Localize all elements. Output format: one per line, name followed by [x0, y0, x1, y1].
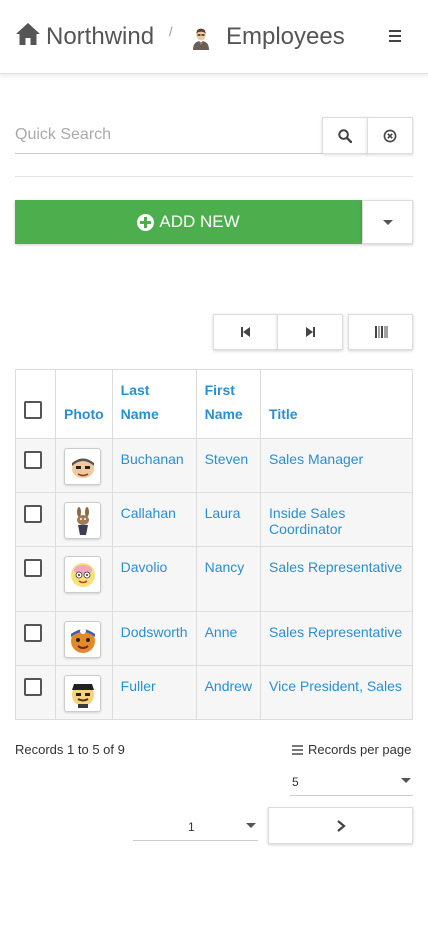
records-per-page-label-group: Records per page: [292, 742, 411, 757]
select-all-checkbox[interactable]: [24, 401, 42, 419]
header-photo[interactable]: Photo: [55, 369, 113, 439]
photo-cell: [55, 438, 113, 493]
employee-photo[interactable]: [64, 502, 101, 539]
first-name-cell[interactable]: Andrew: [195, 665, 262, 720]
caret-down-icon: [246, 823, 256, 828]
records-per-page-value: 5: [292, 775, 299, 789]
title-cell[interactable]: Vice President, Sales: [260, 665, 413, 720]
add-new-dropdown-button[interactable]: [362, 200, 413, 244]
photo-cell: [55, 546, 113, 612]
title-cell[interactable]: Sales Representative: [260, 611, 413, 666]
avatar-dodsworth-icon: [70, 627, 95, 653]
quick-search-input[interactable]: [15, 117, 323, 154]
employee-photo[interactable]: [64, 556, 101, 593]
row-select-cell: [15, 438, 56, 493]
plus-circle-icon: [137, 213, 155, 231]
table-header-row: Photo Last Name First Name Title: [15, 369, 413, 439]
add-new-label: ADD NEW: [159, 212, 240, 231]
avatar-callahan-icon: [76, 506, 89, 535]
first-page-button[interactable]: [213, 314, 278, 350]
row-select-cell: [15, 665, 56, 720]
first-name-cell[interactable]: Anne: [195, 611, 262, 666]
first-name-cell[interactable]: Nancy: [195, 546, 262, 612]
divider: [15, 176, 413, 177]
columns-button[interactable]: [348, 314, 413, 350]
table-row[interactable]: Dodsworth Anne Sales Representative: [15, 611, 413, 666]
row-checkbox[interactable]: [24, 505, 42, 523]
clear-search-button[interactable]: [367, 117, 413, 154]
header-last-name[interactable]: Last Name: [111, 369, 197, 439]
quick-search-bar: [15, 117, 413, 154]
search-icon: [338, 128, 352, 143]
last-name-cell[interactable]: Callahan: [111, 492, 197, 547]
photo-cell: [55, 611, 113, 666]
home-icon[interactable]: [15, 22, 41, 46]
brand-link[interactable]: Northwind: [46, 22, 154, 52]
table-row[interactable]: Davolio Nancy Sales Representative: [15, 546, 413, 612]
avatar-buchanan-icon: [71, 458, 94, 478]
title-cell[interactable]: Sales Manager: [260, 438, 413, 493]
last-name-cell[interactable]: Fuller: [111, 665, 197, 720]
first-page-icon: [240, 327, 250, 337]
app-header: Northwind / Employees: [0, 0, 428, 74]
employee-photo[interactable]: [64, 621, 101, 658]
row-checkbox[interactable]: [24, 678, 42, 696]
page-select[interactable]: 1: [133, 812, 258, 841]
last-name-cell[interactable]: Dodsworth: [111, 611, 197, 666]
columns-icon: [374, 326, 387, 338]
employee-photo[interactable]: [64, 448, 101, 485]
photo-cell: [55, 665, 113, 720]
caret-down-icon: [382, 219, 393, 225]
photo-cell: [55, 492, 113, 547]
select-all-header: [15, 369, 56, 439]
title-cell[interactable]: Inside Sales Coordinator: [260, 492, 413, 547]
breadcrumb-separator: /: [169, 24, 173, 39]
table-row[interactable]: Fuller Andrew Vice President, Sales: [15, 665, 413, 720]
employees-table: Photo Last Name First Name Title Buchana…: [15, 369, 413, 720]
row-checkbox[interactable]: [24, 624, 42, 642]
row-select-cell: [15, 492, 56, 547]
page-value: 1: [188, 820, 195, 834]
clear-icon: [383, 129, 397, 142]
list-icon: [292, 743, 303, 757]
last-name-cell[interactable]: Buchanan: [111, 438, 197, 493]
title-cell[interactable]: Sales Representative: [260, 546, 413, 612]
add-new-button[interactable]: ADD NEW: [15, 200, 362, 244]
chevron-right-icon: [336, 819, 346, 832]
records-per-page-select[interactable]: 5: [290, 768, 413, 796]
first-name-cell[interactable]: Steven: [195, 438, 262, 493]
header-title[interactable]: Title: [260, 369, 413, 439]
first-name-cell[interactable]: Laura: [195, 492, 262, 547]
next-page-button[interactable]: [268, 807, 413, 844]
page-title: Employees: [226, 23, 345, 50]
row-select-cell: [15, 611, 56, 666]
records-info: Records 1 to 5 of 9: [15, 742, 125, 757]
last-name-cell[interactable]: Davolio: [111, 546, 197, 612]
avatar-fuller-icon: [71, 683, 94, 708]
table-row[interactable]: Callahan Laura Inside Sales Coordinator: [15, 492, 413, 547]
employee-photo[interactable]: [64, 675, 101, 712]
row-checkbox[interactable]: [24, 559, 42, 577]
search-button[interactable]: [322, 117, 368, 154]
table-row[interactable]: Buchanan Steven Sales Manager: [15, 438, 413, 493]
header-first-name[interactable]: First Name: [195, 369, 262, 439]
avatar-davolio-icon: [70, 562, 95, 587]
records-per-page-label: Records per page: [308, 742, 412, 757]
last-page-icon: [306, 327, 315, 337]
hamburger-menu-icon[interactable]: [389, 30, 401, 42]
last-page-button[interactable]: [277, 314, 343, 350]
employee-icon: [193, 28, 209, 50]
caret-down-icon: [401, 778, 411, 783]
row-checkbox[interactable]: [24, 451, 42, 469]
row-select-cell: [15, 546, 56, 612]
